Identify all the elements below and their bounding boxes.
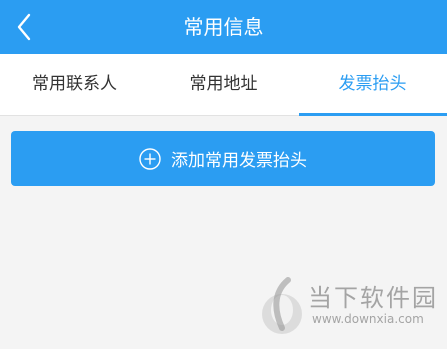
watermark-url: www.downxia.com: [312, 312, 424, 326]
tab-addresses[interactable]: 常用地址: [149, 54, 298, 115]
add-invoice-title-button[interactable]: 添加常用发票抬头: [11, 131, 435, 186]
tab-contacts[interactable]: 常用联系人: [0, 54, 149, 115]
add-button-label: 添加常用发票抬头: [171, 151, 307, 171]
active-tab-indicator: [299, 113, 447, 116]
tab-invoice-titles[interactable]: 发票抬头: [298, 54, 447, 116]
title-bar: 常用信息: [0, 0, 447, 54]
watermark-logo-icon: [262, 277, 302, 334]
watermark-brand: 当下软件园: [308, 284, 438, 312]
plus-circle-icon: [139, 147, 161, 170]
watermark: 当下软件园 www.downxia.com: [258, 276, 438, 340]
tab-label: 发票抬头: [338, 74, 407, 94]
tab-label: 常用联系人: [32, 74, 117, 94]
tab-bar: 常用联系人 常用地址 发票抬头: [0, 54, 447, 116]
page-title: 常用信息: [183, 15, 264, 39]
tab-label: 常用地址: [189, 74, 258, 94]
